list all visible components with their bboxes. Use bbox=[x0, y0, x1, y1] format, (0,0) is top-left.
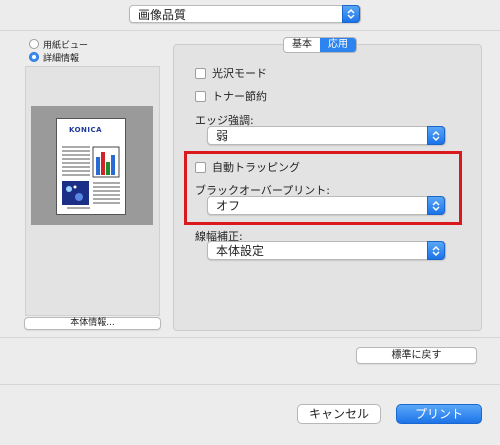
restore-defaults-button[interactable]: 標準に戻す bbox=[356, 347, 477, 364]
toner-save-row[interactable]: トナー節約 bbox=[195, 88, 267, 104]
print-button[interactable]: プリント bbox=[396, 404, 482, 424]
middle-separator bbox=[0, 337, 500, 338]
toner-save-checkbox[interactable] bbox=[195, 90, 206, 102]
gloss-mode-row[interactable]: 光沢モード bbox=[195, 65, 267, 81]
preview-page-graphic bbox=[62, 146, 120, 209]
machine-info-button[interactable]: 本体情報... bbox=[24, 317, 161, 330]
tab-advanced[interactable]: 応用 bbox=[320, 38, 356, 52]
gloss-mode-checkbox[interactable] bbox=[195, 67, 206, 79]
cancel-button-label: キャンセル bbox=[308, 407, 369, 421]
radio-paper-view[interactable]: 用紙ビュー bbox=[29, 38, 89, 51]
edge-enhance-popup[interactable]: 弱 bbox=[207, 126, 446, 145]
preview-page-image: KONICA bbox=[56, 118, 126, 215]
gloss-mode-label: 光沢モード bbox=[212, 67, 267, 80]
radio-paper-view-button[interactable] bbox=[29, 39, 39, 49]
line-width-value: 本体設定 bbox=[216, 244, 265, 258]
bottom-separator bbox=[0, 384, 500, 385]
top-separator bbox=[0, 30, 500, 31]
line-width-popup[interactable]: 本体設定 bbox=[207, 241, 446, 260]
tab-control: 基本 応用 bbox=[283, 37, 357, 53]
print-button-label: プリント bbox=[414, 407, 463, 421]
radio-paper-view-label: 用紙ビュー bbox=[43, 40, 89, 51]
restore-defaults-label: 標準に戻す bbox=[391, 350, 442, 361]
radio-details-label: 詳細情報 bbox=[43, 53, 80, 64]
machine-info-button-label: 本体情報... bbox=[70, 318, 115, 328]
highlight-box bbox=[184, 151, 462, 225]
popup-stepper-icon bbox=[342, 5, 360, 23]
edge-enhance-stepper-icon bbox=[427, 126, 445, 145]
line-width-stepper-icon bbox=[427, 241, 445, 260]
radio-details-button[interactable] bbox=[29, 52, 39, 62]
radio-details[interactable]: 詳細情報 bbox=[29, 51, 88, 64]
settings-category-popup[interactable]: 画像品質 bbox=[129, 5, 361, 23]
edge-enhance-value: 弱 bbox=[216, 129, 229, 143]
cancel-button[interactable]: キャンセル bbox=[297, 404, 381, 424]
settings-category-value: 画像品質 bbox=[138, 7, 187, 22]
toner-save-label: トナー節約 bbox=[212, 90, 267, 103]
tab-basic[interactable]: 基本 bbox=[284, 38, 320, 52]
preview-mode-group: 用紙ビュー 詳細情報 bbox=[29, 38, 89, 64]
